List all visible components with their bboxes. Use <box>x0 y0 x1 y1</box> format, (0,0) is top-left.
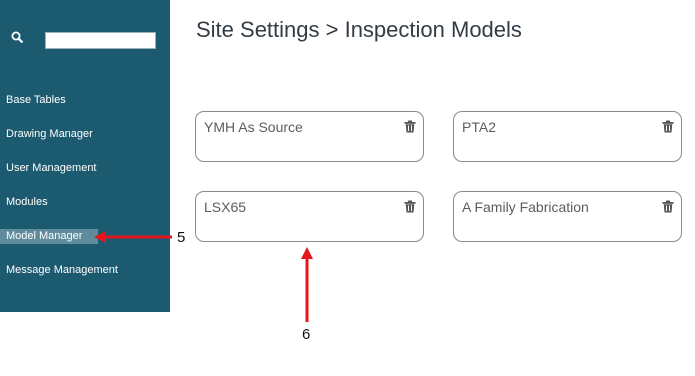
annotation-label-5: 5 <box>177 229 186 246</box>
trash-icon[interactable] <box>404 200 416 213</box>
search-input[interactable] <box>45 32 156 49</box>
page: Base Tables Drawing Manager User Managem… <box>0 0 695 376</box>
model-name: PTA2 <box>462 119 496 135</box>
trash-icon[interactable] <box>662 200 674 213</box>
sidebar-item-model-manager[interactable]: Model Manager <box>0 229 98 244</box>
annotation-label-6: 6 <box>302 326 311 343</box>
search-icon[interactable] <box>11 31 23 43</box>
sidebar-item-message-management[interactable]: Message Management <box>0 263 170 278</box>
trash-icon[interactable] <box>404 120 416 133</box>
page-title: Site Settings > Inspection Models <box>196 17 522 42</box>
sidebar-item-user-management[interactable]: User Management <box>0 161 170 176</box>
model-card-ymh-as-source[interactable]: YMH As Source <box>195 111 424 162</box>
sidebar-item-modules[interactable]: Modules <box>0 195 170 210</box>
sidebar-item-drawing-manager[interactable]: Drawing Manager <box>0 127 170 142</box>
model-name: YMH As Source <box>204 119 303 135</box>
model-card-lsx65[interactable]: LSX65 <box>195 191 424 242</box>
annotation-arrow-6 <box>301 247 313 322</box>
sidebar-item-base-tables[interactable]: Base Tables <box>0 93 170 108</box>
model-card-pta2[interactable]: PTA2 <box>453 111 682 162</box>
sidebar: Base Tables Drawing Manager User Managem… <box>0 0 170 312</box>
model-card-a-family-fabrication[interactable]: A Family Fabrication <box>453 191 682 242</box>
trash-icon[interactable] <box>662 120 674 133</box>
model-name: LSX65 <box>204 199 247 215</box>
model-name: A Family Fabrication <box>462 199 589 215</box>
